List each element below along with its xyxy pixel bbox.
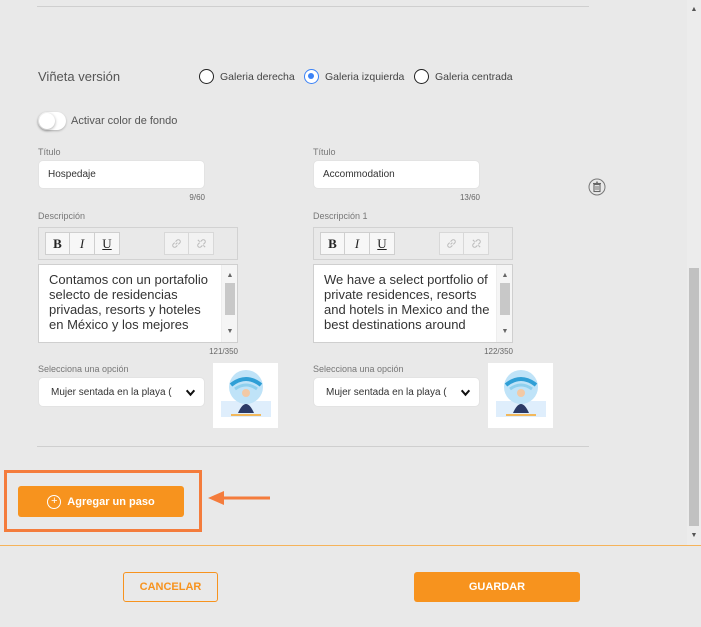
left-select-value: Mujer sentada en la playa ( [51,386,172,398]
radio-label: Galeria centrada [435,70,513,83]
left-beach-woman-image [213,363,278,428]
right-title-label: Título [313,147,336,157]
left-title-input[interactable]: Hospedaje [38,160,205,189]
top-divider [37,6,589,7]
add-step-button[interactable]: + Agregar un paso [18,486,184,517]
scroll-down-icon[interactable]: ▼ [222,324,237,339]
scroll-down-icon[interactable]: ▼ [687,532,701,539]
right-select-label: Selecciona una opción [313,364,404,374]
italic-button[interactable]: I [70,232,95,255]
left-description-textarea[interactable]: Contamos con un portafolio selecto de re… [38,264,238,343]
textarea-scrollbar[interactable]: ▲ ▼ [221,265,237,342]
link-icon[interactable] [439,232,464,255]
right-title-counter: 13/60 [459,193,480,202]
add-step-label: Agregar un paso [67,495,155,508]
italic-button[interactable]: I [345,232,370,255]
page-scroll-thumb[interactable] [689,268,699,526]
radio-label: Galeria derecha [220,70,295,83]
left-select-label: Selecciona una opción [38,364,129,374]
left-description-counter: 121/350 [209,347,238,356]
radio-galeria-izquierda[interactable]: Galeria izquierda [304,69,404,84]
vineta-label: Viñeta versión [38,69,121,84]
left-editor-toolbar: B I U [38,227,238,260]
scroll-up-icon[interactable]: ▲ [222,268,237,283]
right-beach-woman-image [488,363,553,428]
underline-button[interactable]: U [95,232,120,255]
radio-galeria-centrada[interactable]: Galeria centrada [414,69,513,84]
right-description-label: Descripción 1 [313,211,368,221]
scroll-down-icon[interactable]: ▼ [497,324,512,339]
bold-button[interactable]: B [45,232,70,255]
radio-label: Galeria izquierda [325,70,405,83]
left-description-text: Contamos con un portafolio selecto de re… [49,272,208,332]
arrow-left-icon [206,488,272,513]
chevron-down-icon [460,389,471,397]
link-icon[interactable] [164,232,189,255]
scroll-thumb[interactable] [225,283,235,315]
cancel-button[interactable]: CANCELAR [123,572,218,602]
right-description-textarea[interactable]: We have a select portfolio of private re… [313,264,513,343]
plus-circle-icon: + [47,494,62,509]
right-description-text: We have a select portfolio of private re… [324,272,490,332]
radio-circle [304,69,319,84]
unlink-icon[interactable] [464,232,489,255]
radio-galeria-derecha[interactable]: Galeria derecha [199,69,295,84]
left-image-select[interactable]: Mujer sentada en la playa ( [38,377,205,407]
scroll-thumb[interactable] [500,283,510,315]
right-image-select[interactable]: Mujer sentada en la playa ( [313,377,480,407]
page-scrollbar[interactable]: ▲ ▼ [687,0,701,545]
scroll-up-icon[interactable]: ▲ [497,268,512,283]
background-color-toggle[interactable] [38,112,66,130]
footer-divider [0,545,701,546]
underline-button[interactable]: U [370,232,395,255]
radio-circle [199,69,214,84]
background-color-label: Activar color de fondo [71,115,178,127]
trash-icon[interactable] [588,178,606,201]
right-title-input[interactable]: Accommodation [313,160,480,189]
chevron-down-icon [185,389,196,397]
scroll-up-icon[interactable]: ▲ [687,6,701,13]
bold-button[interactable]: B [320,232,345,255]
unlink-icon[interactable] [189,232,214,255]
right-editor-toolbar: B I U [313,227,513,260]
left-title-counter: 9/60 [189,193,205,202]
radio-circle [414,69,429,84]
save-button[interactable]: GUARDAR [414,572,580,602]
right-select-value: Mujer sentada en la playa ( [326,386,447,398]
section-divider [37,446,589,447]
left-title-label: Título [38,147,61,157]
right-description-counter: 122/350 [484,347,513,356]
textarea-scrollbar[interactable]: ▲ ▼ [496,265,512,342]
left-description-label: Descripción [38,211,86,221]
